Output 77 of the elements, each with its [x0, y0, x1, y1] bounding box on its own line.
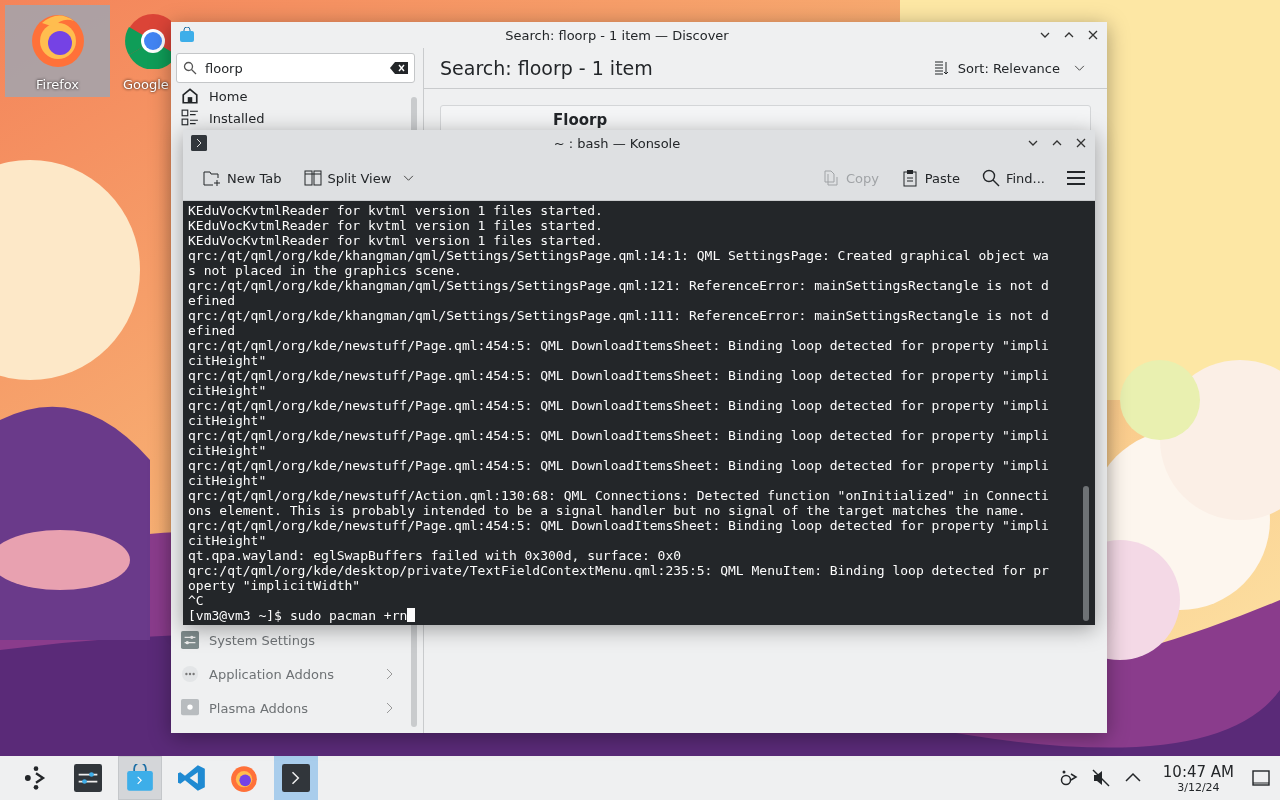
terminal-line: qrc:/qt/qml/org/kde/khangman/qml/Settings/SettingsPage.qml:14:1: QML SettingsPage: Created graphical object wa: [188, 248, 1050, 263]
clock[interactable]: 10:47 AM 3/12/24: [1162, 762, 1234, 794]
code-editor-icon: [178, 764, 206, 792]
search-field[interactable]: floorp: [176, 53, 415, 83]
firefox-icon: [230, 764, 258, 792]
terminal-line: citHeight": [188, 413, 268, 428]
terminal-line: KEduVocKvtmlReader for kvtml version 1 files started.: [188, 233, 604, 248]
terminal-line: ^C: [188, 593, 205, 608]
terminal-line: s not placed in the graphics scene.: [188, 263, 463, 278]
terminal-line: qrc:/qt/qml/org/kde/newstuff/Action.qml:130:68: QML Connections: Detected function "onInitialized" in Connecti: [188, 488, 1050, 503]
terminal-line: qrc:/qt/qml/org/kde/newstuff/Page.qml:454:5: QML DownloadItemsSheet: Binding loop detected for property "impli: [188, 398, 1050, 413]
sliders-icon: [181, 631, 199, 649]
terminal-line: citHeight": [188, 533, 268, 548]
window-title: Search: floorp - 1 item — Discover: [504, 27, 730, 43]
terminal-icon: [282, 764, 310, 792]
copy-icon: [821, 169, 840, 187]
sort-button[interactable]: Sort: Relevance: [927, 59, 1091, 77]
typed-command: sudo pacman +rn: [289, 608, 408, 623]
clear-icon[interactable]: [390, 62, 408, 74]
terminal-line: KEduVocKvtmlReader for kvtml version 1 files started.: [188, 218, 604, 233]
taskbar-button[interactable]: [274, 756, 318, 800]
shopping-bag-icon: [179, 27, 195, 43]
sidebar-item[interactable]: Home: [171, 85, 423, 107]
sidebar-item[interactable]: System Settings: [171, 623, 423, 657]
terminal-line: citHeight": [188, 353, 268, 368]
shopping-bag-icon: [126, 764, 154, 792]
window-title: ~ : bash — Konsole: [552, 135, 682, 151]
scrollbar-thumb[interactable]: [1083, 486, 1089, 621]
terminal-line: ons element. This is probably intended to be a signal handler but no signal of the target matches the name.: [188, 503, 1027, 518]
muted-speaker-icon[interactable]: [1091, 769, 1110, 787]
split-view-button[interactable]: Split View: [297, 165, 421, 191]
terminal-line: qrc:/qt/qml/org/kde/newstuff/Page.qml:454:5: QML DownloadItemsSheet: Binding loop detected for property "impli: [188, 458, 1050, 473]
list-icon: [181, 109, 199, 127]
terminal-line: citHeight": [188, 443, 268, 458]
sidebar-item[interactable]: Installed: [171, 107, 423, 129]
terminal-icon: [191, 135, 207, 151]
icon-label: Firefox: [36, 77, 79, 92]
terminal-line: qrc:/qt/qml/org/kde/newstuff/Page.qml:454:5: QML DownloadItemsSheet: Binding loop detected for property "impli: [188, 428, 1050, 443]
icon-label: Google: [123, 77, 169, 92]
search-icon: [981, 169, 1000, 187]
chevron-down-icon: [403, 174, 415, 182]
terminal-line: qt.qpa.wayland: eglSwapBuffers failed with 0x300d, surface: 0x0: [188, 548, 683, 563]
terminal-line: operty "implicitWidth": [188, 578, 362, 593]
sort-icon: [933, 60, 950, 76]
text-cursor: [407, 608, 416, 622]
new-tab-icon: [203, 169, 221, 187]
clipboard-icon: [900, 169, 919, 187]
terminal-line: citHeight": [188, 473, 268, 488]
page-heading: Search: floorp - 1 item: [440, 57, 653, 79]
house-icon: [181, 87, 199, 105]
terminal-line: qrc:/qt/qml/org/kde/khangman/qml/Settings/SettingsPage.qml:111: ReferenceError: mainSettingsRectangle is not d: [188, 308, 1050, 323]
sliders-icon: [74, 764, 102, 792]
paste-button[interactable]: Paste: [894, 165, 966, 191]
sidebar-item[interactable]: Plasma Addons: [171, 691, 423, 725]
find-button[interactable]: Find...: [975, 165, 1051, 191]
terminal-line: qrc:/qt/qml/org/kde/newstuff/Page.qml:454:5: QML DownloadItemsSheet: Binding loop detected for property "impli: [188, 338, 1050, 353]
terminal-line: qrc:/qt/qml/org/kde/khangman/qml/Settings/SettingsPage.qml:121: ReferenceError: mainSettingsRectangle is not d: [188, 278, 1050, 293]
app-name: Floorp: [553, 111, 608, 129]
network-icon[interactable]: [1059, 769, 1078, 787]
columns-icon: [303, 169, 322, 187]
terminal-line: efined: [188, 323, 236, 338]
close-icon[interactable]: [1087, 29, 1099, 41]
terminal-line: citHeight": [188, 383, 268, 398]
show-desktop-icon[interactable]: [1252, 769, 1270, 787]
terminal-line: qrc:/qt/qml/org/kde/desktop/private/TextFieldContextMenu.qml:235:5: QML MenuItem: Binding loop detected for pr: [188, 563, 1050, 578]
new-tab-button[interactable]: New Tab: [197, 165, 288, 191]
chevron-down-icon: [1074, 64, 1085, 72]
menu-icon[interactable]: [1067, 171, 1085, 185]
sidebar-item[interactable]: Application Addons: [171, 657, 423, 691]
terminal-line: qrc:/qt/qml/org/kde/newstuff/Page.qml:454:5: QML DownloadItemsSheet: Binding loop detected for property "impli: [188, 518, 1050, 533]
dots-icon: [181, 665, 199, 683]
close-icon[interactable]: [1075, 137, 1087, 149]
search-icon: [183, 61, 197, 75]
terminal-line: qrc:/qt/qml/org/kde/newstuff/Page.qml:454:5: QML DownloadItemsSheet: Binding loop detected for property "impli: [188, 368, 1050, 383]
terminal-line: efined: [188, 293, 236, 308]
shell-prompt: [vm3@vm3 ~]$: [188, 608, 282, 623]
terminal-line: KEduVocKvtmlReader for kvtml version 1 files started.: [188, 203, 604, 218]
